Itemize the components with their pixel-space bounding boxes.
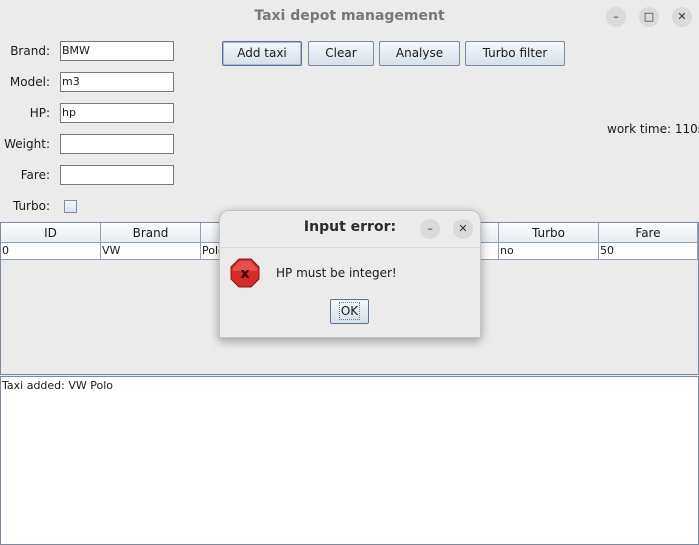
table-cell[interactable]: no: [499, 243, 599, 260]
table-cell[interactable]: VW: [101, 243, 201, 260]
ok-button[interactable]: OK: [330, 299, 369, 324]
model-field[interactable]: m3: [60, 72, 174, 92]
turbo-label: Turbo:: [12, 199, 50, 213]
dialog-minimize-icon[interactable]: –: [420, 219, 440, 239]
add-taxi-button[interactable]: Add taxi: [222, 41, 302, 66]
table-cell[interactable]: 0: [1, 243, 101, 260]
clear-button[interactable]: Clear: [308, 41, 374, 66]
weight-field[interactable]: [60, 134, 174, 154]
dialog-message: HP must be integer!: [276, 266, 397, 280]
weight-label: Weight:: [4, 137, 50, 151]
column-header[interactable]: Fare: [599, 223, 698, 243]
dialog-title: Input error:: [303, 219, 397, 235]
ok-button-label: OK: [338, 302, 361, 320]
input-error-dialog: Input error: – ✕ x HP must be integer! O…: [219, 210, 481, 338]
work-time-label: work time: 110s: [607, 122, 699, 136]
hp-field[interactable]: hp: [60, 103, 174, 123]
fare-label: Fare:: [20, 168, 50, 182]
minimize-icon[interactable]: –: [606, 7, 626, 27]
window-titlebar: Taxi depot management – □ ✕: [0, 0, 699, 35]
dialog-close-icon[interactable]: ✕: [453, 219, 473, 239]
fare-field[interactable]: [60, 165, 174, 185]
table-cell[interactable]: 50: [599, 243, 698, 260]
turbo-filter-button[interactable]: Turbo filter: [465, 41, 565, 66]
turbo-checkbox[interactable]: [64, 200, 77, 213]
brand-field[interactable]: BMW: [60, 41, 174, 61]
analyse-button[interactable]: Analyse: [379, 41, 460, 66]
window-title: Taxi depot management: [254, 8, 445, 24]
column-header[interactable]: Turbo: [499, 223, 599, 243]
column-header[interactable]: ID: [1, 223, 101, 243]
column-header[interactable]: Brand: [101, 223, 201, 243]
close-icon[interactable]: ✕: [672, 7, 692, 27]
model-label: Model:: [9, 75, 50, 89]
error-icon: x: [230, 258, 260, 288]
log-line: Taxi added: VW Polo: [2, 379, 114, 392]
brand-label: Brand:: [10, 44, 50, 58]
log-textarea[interactable]: Taxi added: VW Polo: [0, 376, 699, 545]
hp-label: HP:: [29, 106, 50, 120]
dialog-divider: [220, 247, 480, 248]
svg-text:x: x: [240, 266, 249, 282]
maximize-icon[interactable]: □: [639, 7, 659, 27]
